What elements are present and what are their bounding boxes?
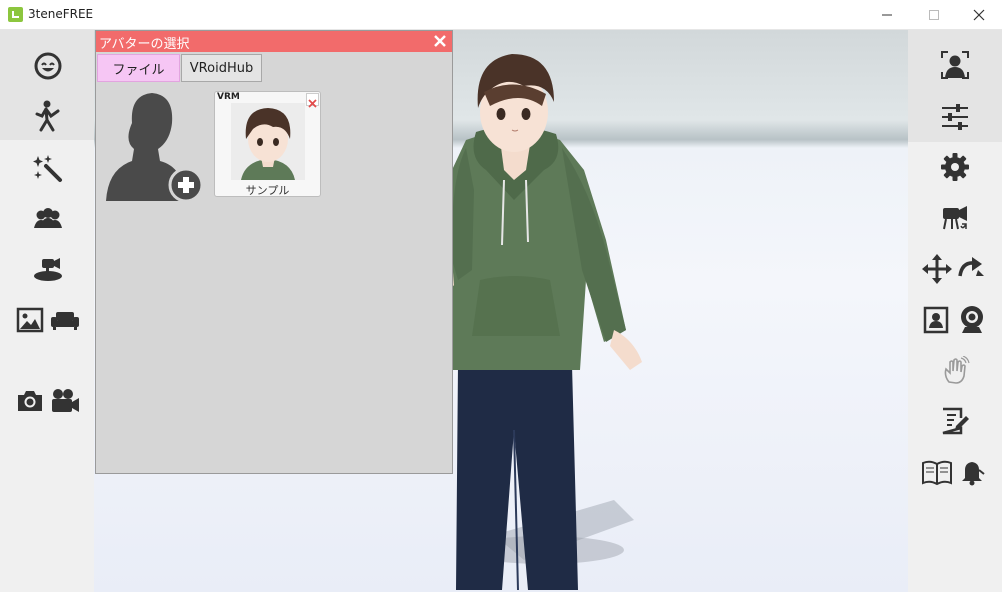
portrait-button[interactable]	[922, 306, 950, 334]
gear-icon	[941, 153, 969, 181]
pose-icon	[35, 100, 60, 132]
avatar-card[interactable]: VRM サンプル	[214, 91, 321, 197]
sofa-icon	[51, 312, 79, 330]
tab-file[interactable]: ファイル	[97, 54, 180, 82]
camera-switch-icon	[943, 206, 967, 230]
hand-tracking-button[interactable]	[940, 356, 970, 386]
settings-button[interactable]	[940, 152, 970, 182]
group-icon	[34, 208, 62, 228]
rotate-icon	[958, 257, 984, 277]
tab-vroidhub[interactable]: VRoidHub	[181, 54, 262, 82]
bell-icon	[962, 462, 985, 486]
maximize-button[interactable]	[911, 0, 957, 30]
close-icon	[434, 35, 446, 47]
record-video-button[interactable]	[50, 387, 80, 415]
effects-icon	[33, 155, 62, 182]
webcam-button[interactable]	[958, 305, 986, 335]
manual-button[interactable]	[922, 458, 952, 486]
camera-stage-button[interactable]	[32, 254, 64, 284]
notification-button[interactable]	[958, 458, 986, 486]
title-bar: 3teneFREE	[0, 0, 1002, 30]
move-button[interactable]	[922, 254, 952, 284]
edit-button[interactable]	[940, 406, 970, 436]
add-user-icon	[106, 93, 204, 203]
hand-wave-icon	[944, 356, 970, 384]
edit-note-icon	[942, 407, 969, 435]
vrm-badge: VRM	[217, 92, 240, 102]
webcam-icon	[961, 306, 983, 333]
camera-stage-icon	[34, 258, 62, 281]
dialog-close-button[interactable]	[432, 33, 448, 49]
face-tracking-icon	[941, 51, 969, 79]
effects-button[interactable]	[32, 154, 64, 184]
adjustments-button[interactable]	[940, 102, 970, 132]
add-avatar-button[interactable]	[102, 89, 206, 203]
window-title: 3teneFREE	[28, 7, 94, 21]
screenshot-button[interactable]	[16, 388, 44, 414]
avatar-select-dialog: アバターの選択 ファイル VRoidHub VRM サンプル	[95, 30, 453, 474]
group-button[interactable]	[32, 204, 64, 234]
rotate-button[interactable]	[956, 254, 986, 284]
remove-avatar-button[interactable]	[306, 93, 319, 108]
left-toolbar	[0, 30, 94, 592]
right-toolbar	[908, 30, 1002, 592]
video-camera-icon	[52, 389, 79, 412]
furniture-button[interactable]	[50, 306, 80, 334]
pose-button[interactable]	[33, 100, 63, 132]
close-icon	[308, 99, 317, 108]
minimize-button[interactable]	[864, 0, 910, 30]
sliders-icon	[942, 104, 968, 130]
dialog-title: アバターの選択	[99, 37, 190, 52]
face-icon	[34, 52, 62, 80]
close-window-button[interactable]	[956, 0, 1002, 30]
portrait-icon	[923, 306, 949, 334]
dialog-header: アバターの選択	[96, 31, 452, 52]
avatar-thumbnail	[231, 103, 305, 180]
background-image-button[interactable]	[16, 306, 44, 334]
face-tracking-button[interactable]	[940, 50, 970, 80]
face-button[interactable]	[33, 51, 63, 81]
camera-switch-button[interactable]	[940, 204, 970, 232]
avatar-name: サンプル	[245, 184, 290, 197]
move-icon	[922, 254, 952, 284]
photo-camera-icon	[18, 391, 42, 411]
app-logo-icon	[8, 7, 23, 22]
background-image-icon	[16, 307, 44, 333]
book-icon	[922, 460, 952, 486]
